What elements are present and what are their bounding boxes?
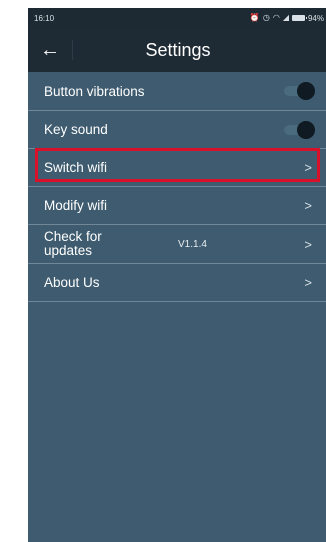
toggle-knob [297, 120, 315, 139]
setting-switch-wifi[interactable]: Switch wifi > [28, 149, 326, 187]
setting-label: Modify wifi [44, 198, 108, 213]
settings-list: Button vibrations Key sound Switch wifi … [28, 72, 326, 302]
phone-screen: 16:10 ⏰ ◷ ◠ ◢ 94% ← Settings Button vibr… [28, 8, 326, 542]
app-header: ← Settings [28, 28, 326, 72]
setting-button-vibrations[interactable]: Button vibrations [28, 72, 326, 111]
header-divider [72, 40, 73, 60]
setting-label: Button vibrations [44, 83, 145, 99]
clock-icon: ◷ [262, 13, 270, 22]
signal-icon: ◢ [282, 13, 289, 22]
setting-label: About Us [44, 275, 100, 290]
version-value: V1.1.4 [178, 238, 207, 250]
chevron-right-icon: > [304, 236, 312, 252]
key-sound-toggle[interactable] [284, 120, 315, 139]
setting-label: Key sound [44, 122, 108, 137]
button-vibrations-toggle[interactable] [284, 82, 315, 100]
battery-percent: 94% [307, 13, 324, 23]
wifi-icon: ◠ [272, 13, 280, 22]
battery-icon [291, 15, 307, 21]
setting-key-sound[interactable]: Key sound [28, 111, 326, 149]
setting-check-for-updates[interactable]: Check for updates V1.1.4 > [28, 225, 326, 264]
status-time: 16:10 [34, 13, 55, 23]
chevron-right-icon: > [304, 275, 312, 290]
chevron-right-icon: > [304, 160, 312, 175]
status-bar: 16:10 ⏰ ◷ ◠ ◢ 94% [28, 8, 326, 28]
alarm-icon: ⏰ [249, 13, 260, 22]
setting-about-us[interactable]: About Us > [28, 264, 326, 302]
setting-label: Switch wifi [44, 160, 108, 175]
arrow-left-icon: ← [40, 38, 60, 61]
chevron-right-icon: > [304, 198, 312, 213]
back-button[interactable]: ← [28, 28, 72, 72]
status-icons: ⏰ ◷ ◠ ◢ 94% [250, 14, 324, 23]
toggle-knob [297, 82, 315, 100]
setting-label: Check for updates [44, 229, 102, 258]
setting-modify-wifi[interactable]: Modify wifi > [28, 187, 326, 225]
